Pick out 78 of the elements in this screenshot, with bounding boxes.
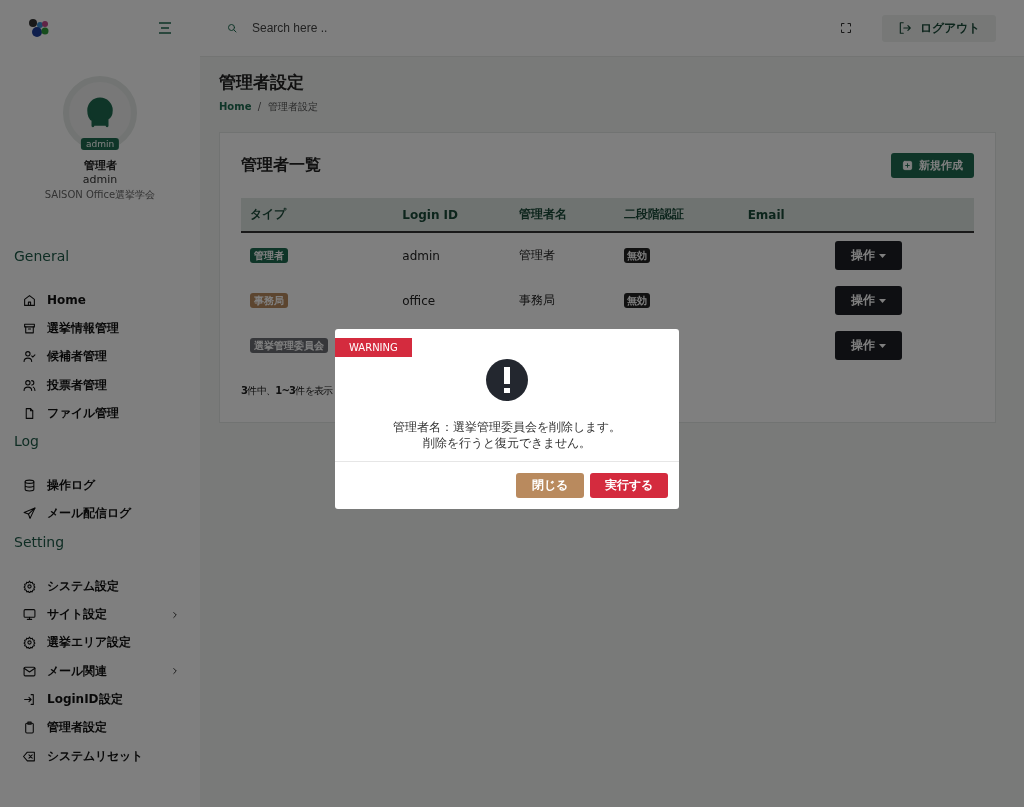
modal-message: 管理者名：選挙管理委員会を削除します。 bbox=[392, 419, 622, 435]
file-icon bbox=[23, 406, 36, 420]
type-tag: 選挙管理委員会 bbox=[250, 338, 328, 353]
user-organization: SAISON Office選挙学会 bbox=[44, 188, 156, 202]
archive-box-icon bbox=[23, 321, 36, 335]
mail-icon bbox=[23, 664, 36, 678]
sidebar-item[interactable]: 操作ログ bbox=[0, 471, 200, 500]
logout-icon bbox=[898, 21, 912, 35]
clipboard-icon bbox=[23, 721, 36, 735]
breadcrumb-link[interactable]: Home bbox=[219, 101, 252, 112]
new-button[interactable]: 新規作成 bbox=[891, 153, 974, 178]
breadcrumb-current: 管理者設定 bbox=[267, 101, 318, 112]
column-header: タイプ bbox=[241, 198, 394, 232]
chevron-right-icon bbox=[170, 609, 180, 620]
caret-down-icon bbox=[879, 298, 886, 303]
settings-icon bbox=[23, 579, 36, 593]
table-cell: office bbox=[402, 293, 436, 308]
backspace-icon bbox=[23, 749, 36, 763]
sidebar-item[interactable]: ファイル管理 bbox=[0, 399, 200, 428]
database-icon bbox=[23, 479, 36, 493]
type-tag: 事務局 bbox=[250, 293, 288, 308]
send-icon bbox=[23, 507, 36, 521]
logo-icon bbox=[28, 18, 50, 38]
sidebar-item[interactable]: 選挙情報管理 bbox=[0, 314, 200, 343]
type-tag: 管理者 bbox=[250, 248, 288, 263]
table-cell: 管理者 bbox=[519, 248, 556, 262]
column-header: Email bbox=[738, 198, 826, 232]
sidebar-item[interactable]: Home bbox=[0, 286, 200, 315]
table-cell: 事務局 bbox=[519, 293, 556, 307]
user-check-icon bbox=[23, 350, 36, 364]
sidebar-item[interactable]: 選挙エリア設定 bbox=[0, 628, 200, 657]
sidebar-item[interactable]: メール配信ログ bbox=[0, 499, 200, 529]
column-header: Login ID bbox=[393, 198, 511, 232]
search-field[interactable]: Search here .. bbox=[250, 20, 454, 36]
results-summary: 3件中、1~3件を表示 bbox=[241, 384, 334, 398]
user-login: admin bbox=[82, 173, 118, 186]
exclamation-icon bbox=[486, 359, 528, 401]
action-dropdown[interactable]: 操作 bbox=[835, 286, 902, 315]
warning-label: WARNING bbox=[335, 338, 412, 357]
caret-down-icon bbox=[879, 253, 886, 258]
sidebar-item[interactable]: LoginID設定 bbox=[0, 685, 200, 714]
modal-message: 削除を行うと復元できません。 bbox=[422, 435, 592, 451]
sidebar-item[interactable]: メール関連 bbox=[0, 656, 200, 686]
logout-button[interactable]: ログアウト bbox=[882, 14, 996, 42]
sidebar-item[interactable]: サイト設定 bbox=[0, 600, 200, 629]
column-header: 二段階認証 bbox=[614, 198, 739, 232]
action-dropdown[interactable]: 操作 bbox=[835, 241, 902, 270]
menu-icon[interactable] bbox=[158, 22, 172, 34]
login-icon bbox=[23, 692, 36, 706]
status-tag: 無効 bbox=[623, 293, 650, 308]
page-title: 管理者設定 bbox=[219, 71, 305, 94]
settings-icon bbox=[23, 636, 36, 650]
sidebar-item[interactable]: 管理者設定 bbox=[0, 713, 200, 742]
caret-down-icon bbox=[879, 343, 886, 348]
users-icon bbox=[23, 378, 36, 392]
sidebar-item[interactable]: 投票者管理 bbox=[0, 370, 200, 400]
search-icon bbox=[226, 22, 238, 34]
sidebar-item[interactable]: 候補者管理 bbox=[0, 342, 200, 371]
close-button[interactable]: 閉じる bbox=[516, 473, 584, 498]
sidebar-heading: Setting bbox=[14, 534, 66, 551]
action-dropdown[interactable]: 操作 bbox=[835, 331, 902, 360]
fullscreen-icon bbox=[840, 22, 852, 34]
status-tag: 無効 bbox=[623, 248, 650, 263]
column-header: 管理者名 bbox=[510, 198, 615, 232]
sidebar-item[interactable]: システムリセット bbox=[0, 741, 200, 771]
chevron-right-icon bbox=[170, 666, 180, 677]
user-name: 管理者 bbox=[83, 158, 117, 173]
monitor-icon bbox=[23, 608, 36, 621]
sidebar-item[interactable]: システム設定 bbox=[0, 572, 200, 601]
home-icon bbox=[23, 293, 36, 307]
sidebar-heading: General bbox=[14, 248, 71, 264]
sidebar-heading: Log bbox=[14, 433, 40, 450]
breadcrumb-separator: / bbox=[257, 101, 262, 112]
role-badge: admin bbox=[80, 138, 120, 150]
plus-square-icon bbox=[902, 160, 913, 171]
card-title: 管理者一覧 bbox=[241, 155, 321, 176]
confirm-button[interactable]: 実行する bbox=[590, 473, 668, 498]
table-cell: admin bbox=[402, 248, 440, 263]
